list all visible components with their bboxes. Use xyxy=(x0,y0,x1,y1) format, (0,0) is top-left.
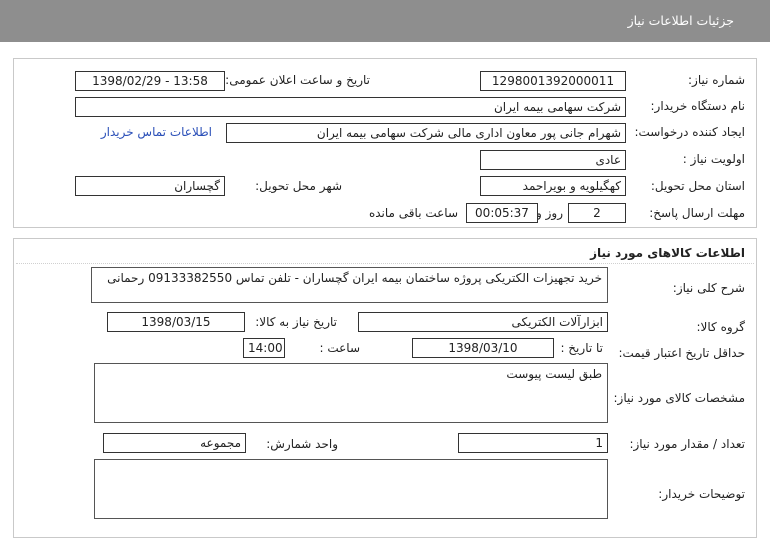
unit-label: واحد شمارش: xyxy=(266,437,338,451)
goods-section-title: اطلاعات کالاهای مورد نیاز xyxy=(590,246,745,260)
delivery-province-field: کهگیلویه و بویراحمد xyxy=(480,176,626,196)
request-creator-field: شهرام جانی پور معاون اداری مالی شرکت سها… xyxy=(226,123,626,143)
buyer-org-field: شرکت سهامی بیمه ایران xyxy=(75,97,626,117)
price-validity-label: حداقل تاریخ اعتبار قیمت: xyxy=(618,346,745,360)
unit-field: مجموعه xyxy=(103,433,246,453)
need-date-label: تاریخ نیاز به کالا: xyxy=(255,315,337,329)
general-description-field: خرید تجهیزات الکتریکی پروژه ساختمان بیمه… xyxy=(91,267,608,303)
deadline-time-field: 00:05:37 xyxy=(466,203,538,223)
buyer-notes-label: توضیحات خریدار: xyxy=(658,487,745,501)
delivery-province-label: استان محل تحویل: xyxy=(650,179,745,193)
need-number-label: شماره نیاز: xyxy=(688,73,745,87)
delivery-city-field: گچساران xyxy=(75,176,225,196)
required-quantity-field: 1 xyxy=(458,433,608,453)
remaining-time-label: ساعت باقی مانده xyxy=(368,206,458,220)
priority-label: اولویت نیاز : xyxy=(682,152,745,166)
validity-date-field: 1398/03/10 xyxy=(412,338,554,358)
page-title: جزئیات اطلاعات نیاز xyxy=(627,13,734,28)
need-number-field: 1298001392000011 xyxy=(480,71,626,91)
required-quantity-label: تعداد / مقدار مورد نیاز: xyxy=(629,437,745,451)
goods-specs-field: طبق لیست پیوست xyxy=(94,363,608,423)
buyer-org-label: نام دستگاه خریدار: xyxy=(650,99,746,113)
validity-hour-label: ساعت : xyxy=(319,341,360,355)
goods-group-label: گروه کالا: xyxy=(696,320,746,334)
buyer-contact-link[interactable]: اطلاعات تماس خریدار xyxy=(101,125,212,139)
request-creator-label: ایجاد کننده درخواست: xyxy=(634,125,745,139)
goods-specs-label: مشخصات کالای مورد نیاز: xyxy=(613,391,745,405)
response-deadline-label: مهلت ارسال پاسخ: xyxy=(649,206,745,220)
to-date-label: تا تاریخ : xyxy=(560,341,603,355)
announce-datetime-field: 1398/02/29 - 13:58 xyxy=(75,71,225,91)
goods-group-field: ابزارآلات الکتریکی xyxy=(358,312,608,332)
delivery-city-label: شهر محل تحویل: xyxy=(255,179,342,193)
deadline-days-field: 2 xyxy=(568,203,626,223)
validity-hour-field: 14:00 xyxy=(243,338,285,358)
page-header-bar: جزئیات اطلاعات نیاز xyxy=(0,0,770,42)
announce-datetime-label: تاریخ و ساعت اعلان عمومی: xyxy=(225,73,370,87)
general-description-label: شرح کلی نیاز: xyxy=(672,281,745,295)
priority-field: عادی xyxy=(480,150,626,170)
section-divider xyxy=(16,263,754,264)
days-and-label: روز و xyxy=(536,206,563,220)
need-date-field: 1398/03/15 xyxy=(107,312,245,332)
buyer-notes-field xyxy=(94,459,608,519)
